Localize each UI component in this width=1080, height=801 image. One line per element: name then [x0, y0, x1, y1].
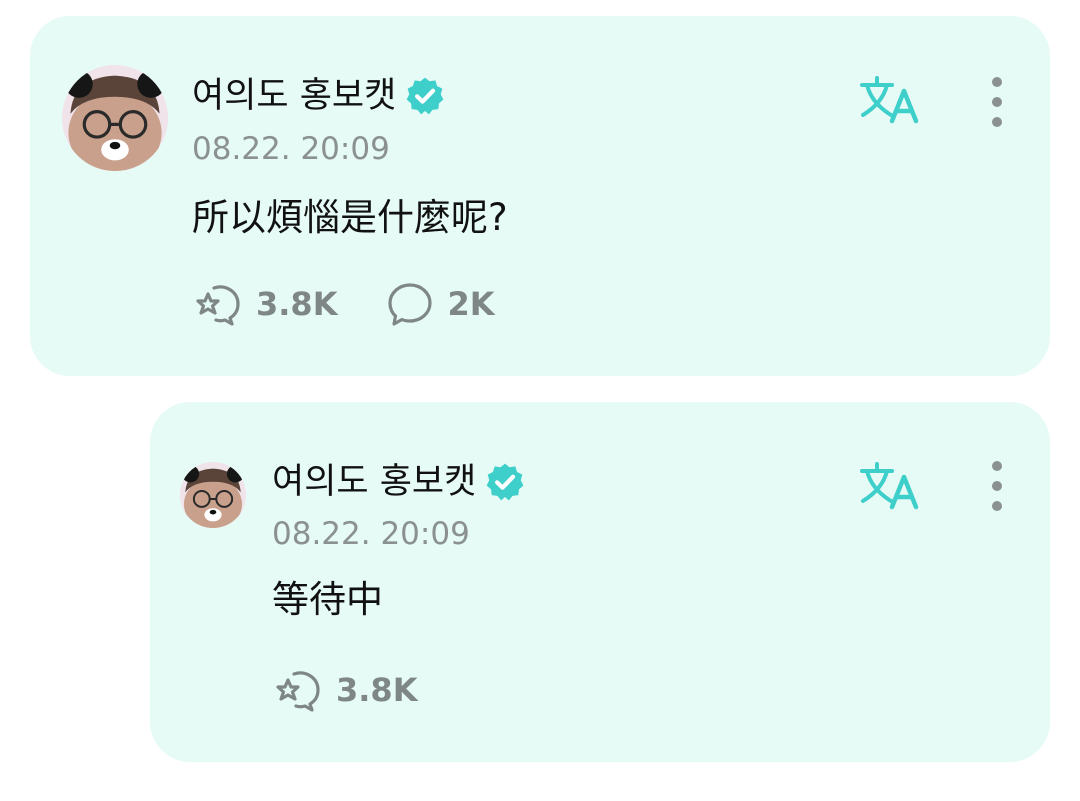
reaction-button[interactable]: 3.8K [194, 280, 337, 328]
translate-icon [860, 462, 919, 510]
more-vertical-icon [992, 461, 1002, 511]
reply-actions: 3.8K [274, 666, 465, 714]
reply-text: 等待中 [272, 578, 383, 621]
comment-count: 2K [447, 285, 495, 323]
comment-bubble-icon [388, 283, 433, 326]
avatar-image [180, 462, 246, 528]
avatar[interactable] [180, 462, 246, 528]
post-text: 所以煩惱是什麼呢? [192, 196, 508, 239]
avatar-image [62, 65, 168, 171]
verified-badge-icon [406, 77, 444, 115]
translate-button[interactable] [858, 75, 922, 125]
reaction-button[interactable]: 3.8K [274, 666, 417, 714]
author-name[interactable]: 여의도 홍보캣 [192, 72, 396, 120]
reply-card: 여의도 홍보캣 08.22. 20:09 等待中 3.8K [150, 402, 1050, 762]
author-row: 여의도 홍보캣 [192, 72, 446, 120]
author-row: 여의도 홍보캣 [272, 458, 526, 506]
verified-badge-icon [486, 463, 524, 501]
author-name[interactable]: 여의도 홍보캣 [272, 458, 476, 506]
comment-button[interactable]: 2K [385, 280, 495, 328]
more-options-button[interactable] [982, 74, 1012, 130]
reaction-sticker-icon [276, 671, 320, 712]
avatar[interactable] [62, 65, 168, 171]
reply-timestamp: 08.22. 20:09 [272, 516, 470, 552]
post-actions: 3.8K 2K [194, 280, 543, 328]
post-card: 여의도 홍보캣 08.22. 20:09 所以煩惱是什麼呢? 3.8K 2K [30, 16, 1050, 376]
post-timestamp: 08.22. 20:09 [192, 131, 390, 167]
more-vertical-icon [992, 77, 1002, 127]
translate-button[interactable] [858, 461, 922, 511]
reaction-count: 3.8K [336, 671, 418, 709]
translate-icon [860, 76, 919, 124]
more-options-button[interactable] [982, 458, 1012, 514]
reaction-count: 3.8K [256, 285, 338, 323]
reaction-sticker-icon [196, 285, 240, 326]
